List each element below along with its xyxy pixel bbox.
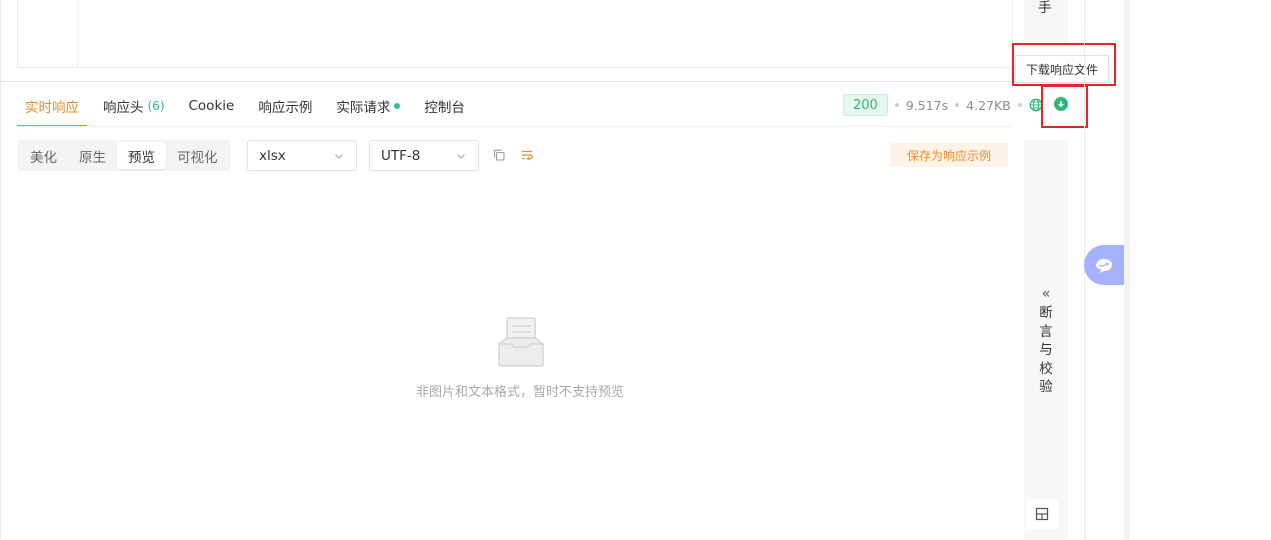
tab-label: 响应头 xyxy=(103,99,144,116)
content-type-value: xlsx xyxy=(259,147,286,164)
tab-actual-request[interactable]: 实际请求 xyxy=(336,84,401,127)
meta-separator xyxy=(1017,103,1022,107)
meta-separator xyxy=(955,103,960,107)
side-label-char: 验 xyxy=(1039,379,1053,395)
panel-separator xyxy=(1124,0,1130,540)
bot-icon xyxy=(1096,258,1112,273)
tab-label: 实际请求 xyxy=(336,99,391,116)
ai-assistant-button[interactable] xyxy=(1084,245,1124,285)
status-code-badge: 200 xyxy=(843,94,888,116)
content-type-select[interactable]: xlsx xyxy=(247,140,357,171)
tabs-divider xyxy=(17,126,1013,127)
line-number-gutter xyxy=(18,0,78,67)
layout-toggle-button[interactable] xyxy=(1026,499,1058,529)
empty-box-icon xyxy=(498,317,544,367)
tab-response-headers[interactable]: 响应头 (6) xyxy=(103,84,165,127)
view-mode-segmented: 美化 原生 预览 可视化 xyxy=(17,140,231,171)
view-mode-preview[interactable]: 预览 xyxy=(117,142,166,169)
meta-separator xyxy=(894,103,899,107)
highlight-box-download xyxy=(1041,85,1088,128)
side-label-char: 校 xyxy=(1039,360,1053,377)
response-meta: 200 9.517s 4.27KB xyxy=(843,94,1043,116)
panel-divider[interactable] xyxy=(0,81,1084,82)
chevron-down-icon xyxy=(335,153,343,159)
collapse-arrows-icon[interactable]: « xyxy=(1039,286,1053,302)
view-mode-raw[interactable]: 原生 xyxy=(68,142,117,169)
copy-icon[interactable] xyxy=(492,148,506,162)
side-label-char: 断 xyxy=(1039,305,1053,321)
save-as-example-button[interactable]: 保存为响应示例 xyxy=(890,143,1008,167)
encoding-value: UTF-8 xyxy=(381,147,421,164)
top-side-label[interactable]: 手 xyxy=(1038,0,1052,16)
tab-cookie[interactable]: Cookie xyxy=(189,84,235,127)
tab-label: 控制台 xyxy=(424,99,465,116)
tab-label: 实时响应 xyxy=(25,99,79,116)
tab-label: Cookie xyxy=(188,97,235,114)
wrap-icon[interactable] xyxy=(520,148,534,162)
empty-state-message: 非图片和文本格式，暂时不支持预览 xyxy=(415,385,624,400)
chevron-down-icon xyxy=(457,153,465,159)
request-body-editor[interactable] xyxy=(17,0,1013,68)
side-label-char: 言 xyxy=(1039,323,1053,340)
view-mode-visualize[interactable]: 可视化 xyxy=(166,142,229,169)
view-mode-beautify[interactable]: 美化 xyxy=(19,142,68,169)
tab-response-example[interactable]: 响应示例 xyxy=(258,84,312,127)
response-size: 4.27KB xyxy=(966,97,1011,113)
layout-icon xyxy=(1035,507,1049,521)
header-count-badge: (6) xyxy=(147,98,165,113)
response-tabs: 实时响应 响应头 (6) Cookie 响应示例 实际请求 控制台 xyxy=(17,84,489,127)
highlight-box-tooltip xyxy=(1012,43,1116,86)
assertion-panel-label[interactable]: 断 言 与 校 验 xyxy=(1037,304,1055,397)
side-label-char: 与 xyxy=(1039,342,1053,358)
tab-console[interactable]: 控制台 xyxy=(424,84,465,127)
response-time: 9.517s xyxy=(905,97,949,113)
encoding-select[interactable]: UTF-8 xyxy=(369,140,479,171)
status-dot xyxy=(394,102,401,109)
tab-live-response[interactable]: 实时响应 xyxy=(17,84,87,127)
tab-label: 响应示例 xyxy=(258,99,313,116)
